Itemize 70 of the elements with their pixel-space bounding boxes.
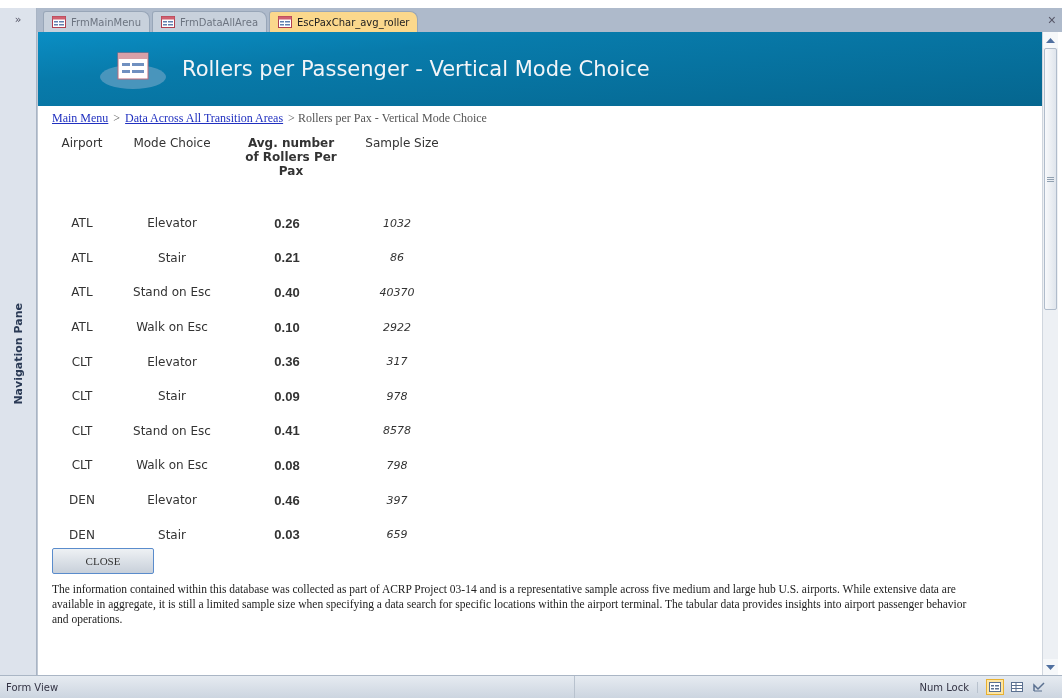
form-icon: [52, 16, 66, 28]
table-cell-text: Elevator: [146, 215, 198, 233]
table-cell-text: Elevator: [146, 353, 198, 371]
table-cell-text: 0.40: [273, 284, 301, 302]
table-cell-text: 0.08: [273, 456, 301, 475]
breadcrumb-link[interactable]: Main Menu: [52, 111, 109, 126]
table-cell-text: 659: [385, 527, 409, 544]
column-header: Sample Size: [364, 135, 440, 152]
table-cell-text: 0.03: [273, 526, 301, 545]
view-button[interactable]: [1030, 679, 1048, 695]
table-cell-text: 40370: [378, 285, 416, 301]
expand-button[interactable]: »: [14, 8, 22, 32]
table-cell-text: 8578: [382, 423, 412, 440]
table-cell-text: Walk on Esc: [135, 319, 209, 337]
scroll-down-icon[interactable]: [1043, 659, 1058, 675]
table-cell-text: 0.26: [273, 214, 301, 233]
table-cell-text: CLT: [70, 353, 94, 371]
table-cell-text: Stand on Esc: [132, 284, 212, 302]
close-button[interactable]: CLOSE: [52, 547, 154, 574]
scroll-bar[interactable]: [1042, 32, 1058, 675]
table-cell-text: ATL: [70, 215, 94, 233]
table-cell-text: 0.09: [273, 387, 301, 406]
layout-view-icon: [1011, 682, 1023, 692]
design-view-icon: [1033, 682, 1045, 692]
view-button[interactable]: [986, 679, 1004, 695]
table-cell-text: 317: [385, 354, 409, 371]
table-cell-text: 978: [385, 388, 409, 405]
table-cell-text: 798: [385, 457, 409, 474]
column-header: Airport: [60, 135, 104, 152]
table-cell-text: Elevator: [146, 492, 198, 510]
table-cell-text: 1032: [382, 215, 412, 232]
table-cell-text: Walk on Esc: [135, 457, 209, 475]
breadcrumb-current: > Rollers per Pax - Vertical Mode Choice: [288, 111, 487, 126]
table-cell-text: DEN: [68, 492, 96, 510]
table-cell-text: 0.10: [273, 318, 301, 337]
table-cell-text: CLT: [70, 422, 94, 440]
table-cell-text: 397: [385, 492, 409, 509]
table-cell-text: ATL: [70, 319, 94, 337]
table-cell-text: 0.41: [273, 422, 301, 441]
num-lock-indicator: Num Lock: [919, 681, 978, 693]
table-cell-text: Stand on Esc: [132, 422, 212, 440]
column-header: Avg. number of Rollers Per Pax: [244, 135, 338, 180]
table-cell-text: 0.36: [273, 353, 301, 372]
navigation-pane-label: Navigation Pane: [11, 302, 25, 405]
table-cell-text: 86: [389, 250, 405, 267]
info-paragraph: The information contained within this database was collected as part of ACRP Project 03-14 and is a representative sample across five medium and large hub U.S. airports. While extensive data are available in aggregate, it is still a limited sample size when specifying a data search for specific locations within the airport terminal. The tabular data provides insights into airport passenger behavior and operations.: [52, 581, 968, 627]
table-cell-text: 2922: [382, 319, 412, 336]
navigation-pane[interactable]: » Navigation Pane: [0, 8, 37, 675]
table-cell-text: CLT: [70, 388, 94, 406]
table-cell-text: Stair: [157, 526, 187, 544]
view-button[interactable]: [1008, 679, 1026, 695]
table-cell-text: ATL: [70, 249, 94, 267]
scroll-thumb[interactable]: [1044, 48, 1057, 310]
view-mode-label: Form View: [6, 681, 59, 693]
table-cell-text: 0.21: [273, 249, 301, 268]
table-cell-text: Stair: [157, 388, 187, 406]
breadcrumb-link[interactable]: Data Across All Transition Areas: [125, 111, 284, 126]
table-cell-text: CLT: [70, 457, 94, 475]
table-cell-text: Stair: [157, 249, 187, 267]
table-cell-text: ATL: [70, 284, 94, 302]
form-title: Rollers per Passenger - Vertical Mode Choice: [182, 57, 650, 81]
form-icon: [161, 16, 176, 28]
breadcrumb-separator: >: [113, 111, 121, 126]
form-icon: [278, 16, 293, 28]
table-cell-text: DEN: [68, 526, 96, 544]
form-view-icon: [989, 682, 1001, 692]
scroll-up-icon[interactable]: [1043, 32, 1058, 48]
column-header: Mode Choice: [132, 135, 212, 152]
table-cell-text: 0.46: [273, 491, 301, 510]
document-tab[interactable]: EscPaxChar_avg_roller: [269, 11, 419, 32]
